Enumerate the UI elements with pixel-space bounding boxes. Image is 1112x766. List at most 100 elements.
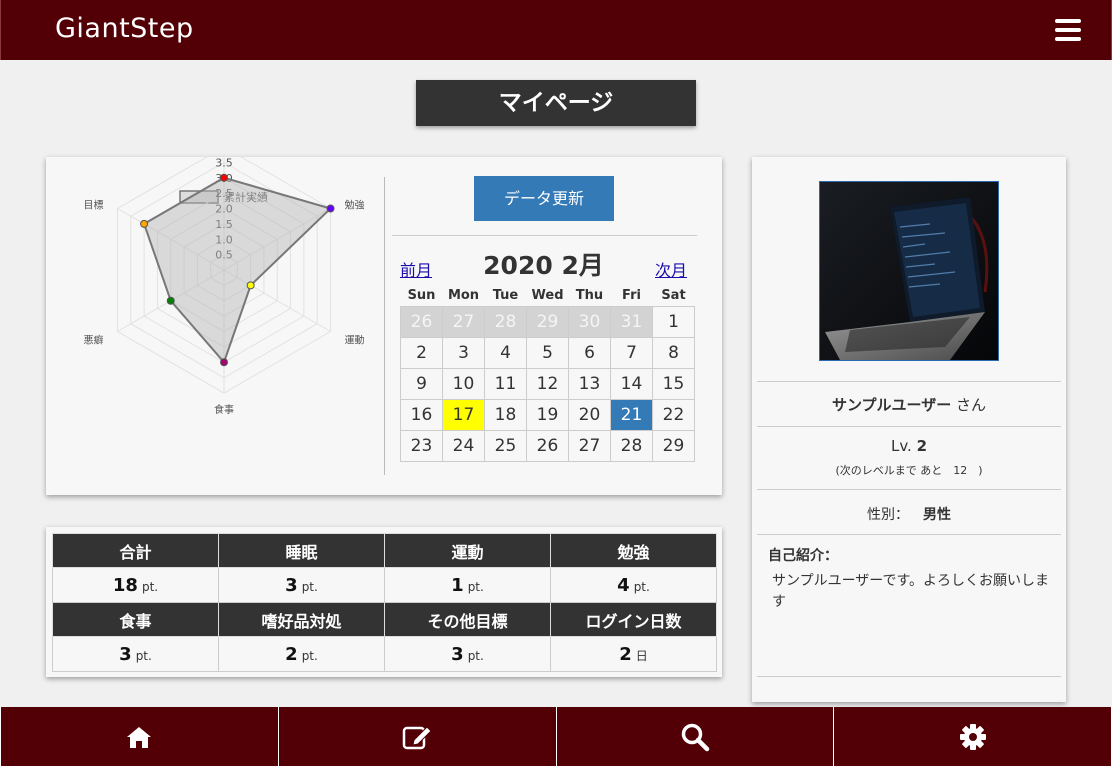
nav-settings-button[interactable] [834, 707, 1112, 766]
calendar-day[interactable]: 5 [526, 336, 569, 369]
hamburger-menu-icon[interactable] [1055, 19, 1081, 41]
nav-edit-button[interactable] [279, 707, 557, 766]
stat-header-exercise: 運動 [384, 533, 551, 568]
calendar-day[interactable]: 28 [484, 305, 527, 338]
stat-header-sleep: 睡眠 [218, 533, 385, 568]
user-gender: 性別： 男性 [867, 504, 951, 524]
divider [757, 676, 1061, 677]
calendar-day[interactable]: 11 [484, 367, 527, 400]
gear-icon [959, 723, 986, 750]
calendar-day[interactable]: 28 [610, 429, 653, 462]
calendar-day[interactable]: 25 [484, 429, 527, 462]
stat-header-total: 合計 [52, 533, 219, 568]
calendar-day[interactable]: 26 [526, 429, 569, 462]
weekday-header: Tue [492, 288, 519, 304]
gender-value: 男性 [923, 507, 951, 523]
user-name-suffix: さん [956, 396, 987, 414]
calendar-day[interactable]: 18 [484, 398, 527, 431]
calendar-day[interactable]: 24 [442, 429, 485, 462]
home-icon [127, 726, 152, 748]
edit-icon [402, 725, 432, 749]
calendar-day[interactable]: 29 [652, 429, 695, 462]
stat-value-other-goal: 3 pt. [384, 636, 551, 672]
radar-axis-label: 悪癖 [83, 334, 103, 347]
calendar-day[interactable]: 6 [568, 336, 611, 369]
calendar-day[interactable]: 10 [442, 367, 485, 400]
calendar-day[interactable]: 30 [568, 305, 611, 338]
stat-unit: pt. [141, 579, 159, 594]
calendar-day[interactable]: 1 [652, 305, 695, 338]
calendar-day[interactable]: 12 [526, 367, 569, 400]
user-name-text: サンプルユーザー [831, 396, 952, 414]
stat-header-meal: 食事 [52, 602, 219, 637]
calendar-grid: Sun Mon Tue Wed Thu Fri Sat 26 27 28 29 30 31 1 2 3 4 5 6… [400, 286, 695, 462]
stats-table: 合計 睡眠 運動 勉強 18 pt. 3 pt. 1 pt. 4 pt. 食事 嗜好品対… [52, 533, 717, 672]
divider [384, 177, 385, 475]
calendar-day[interactable]: 31 [610, 305, 653, 338]
avatar[interactable] [819, 181, 999, 361]
stat-value-total: 18 pt. [52, 567, 219, 603]
stat-value-exercise: 1 pt. [384, 567, 551, 603]
stat-value-meal: 3 pt. [52, 636, 219, 672]
stats-card: 合計 睡眠 運動 勉強 18 pt. 3 pt. 1 pt. 4 pt. 食事 嗜好品対… [46, 527, 722, 677]
radar-point[interactable] [166, 296, 175, 305]
calendar-day[interactable]: 3 [442, 336, 485, 369]
next-month-link[interactable]: 次月 [655, 257, 687, 281]
radar-point[interactable] [140, 219, 149, 228]
stat-unit: 日 [635, 648, 648, 663]
nav-home-button[interactable] [0, 707, 279, 766]
calendar-day[interactable]: 27 [568, 429, 611, 462]
calendar-day[interactable]: 21 [610, 398, 653, 431]
calendar-day[interactable]: 4 [484, 336, 527, 369]
calendar-day[interactable]: 7 [610, 336, 653, 369]
stat-value-study: 4 pt. [550, 567, 717, 603]
radar-axis-label: 運動 [345, 334, 365, 347]
stat-number: 1 [451, 574, 464, 596]
radar-axis-label: 目標 [83, 199, 103, 212]
calendar-day[interactable]: 9 [400, 367, 443, 400]
calendar-day[interactable]: 29 [526, 305, 569, 338]
calendar-day[interactable]: 20 [568, 398, 611, 431]
weekday-header: Sat [661, 288, 686, 304]
calendar-day[interactable]: 13 [568, 367, 611, 400]
update-data-button[interactable]: データ更新 [474, 176, 614, 221]
calendar-day[interactable]: 22 [652, 398, 695, 431]
weekday-header: Sun [407, 288, 436, 304]
stat-unit: pt. [467, 579, 484, 594]
calendar-day[interactable]: 17 [442, 398, 485, 431]
bottom-nav [0, 707, 1112, 766]
user-name: サンプルユーザー さん [752, 394, 1066, 415]
calendar-day[interactable]: 2 [400, 336, 443, 369]
calendar-day[interactable]: 27 [442, 305, 485, 338]
calendar-day[interactable]: 8 [652, 336, 695, 369]
calendar-day[interactable]: 19 [526, 398, 569, 431]
profile-card: サンプルユーザー さん Lv. 2 (次のレベルまで あと 12 ) 性別： 男性… [752, 157, 1066, 702]
radar-point[interactable] [220, 358, 228, 367]
calendar-day[interactable]: 23 [400, 429, 443, 462]
divider [392, 235, 697, 236]
radar-point[interactable] [326, 204, 335, 213]
calendar-day[interactable]: 14 [610, 367, 653, 400]
radar-point[interactable] [246, 281, 255, 290]
radar-axis-label: 食事 [214, 403, 234, 416]
stat-unit: pt. [301, 648, 318, 663]
prev-month-link[interactable]: 前月 [400, 257, 432, 281]
stat-header-study: 勉強 [550, 533, 717, 568]
calendar-day[interactable]: 15 [652, 367, 695, 400]
weekday-header: Mon [447, 288, 480, 304]
nav-search-button[interactable] [557, 707, 835, 766]
stat-number: 18 [112, 574, 138, 596]
intro-label: 自己紹介： [768, 548, 838, 564]
stat-number: 3 [285, 574, 298, 596]
brand-logo[interactable]: GiantStep [55, 13, 194, 44]
stat-header-login-days: ログイン日数 [550, 602, 717, 637]
weekday-header: Fri [622, 288, 641, 304]
gender-label: 性別： [867, 507, 909, 523]
stat-unit: pt. [135, 648, 152, 663]
app-header: GiantStep [0, 0, 1112, 60]
divider [757, 489, 1061, 490]
calendar-day[interactable]: 16 [400, 398, 443, 431]
calendar-day[interactable]: 26 [400, 305, 443, 338]
radar-point[interactable] [220, 173, 228, 182]
stat-number: 3 [119, 643, 132, 665]
